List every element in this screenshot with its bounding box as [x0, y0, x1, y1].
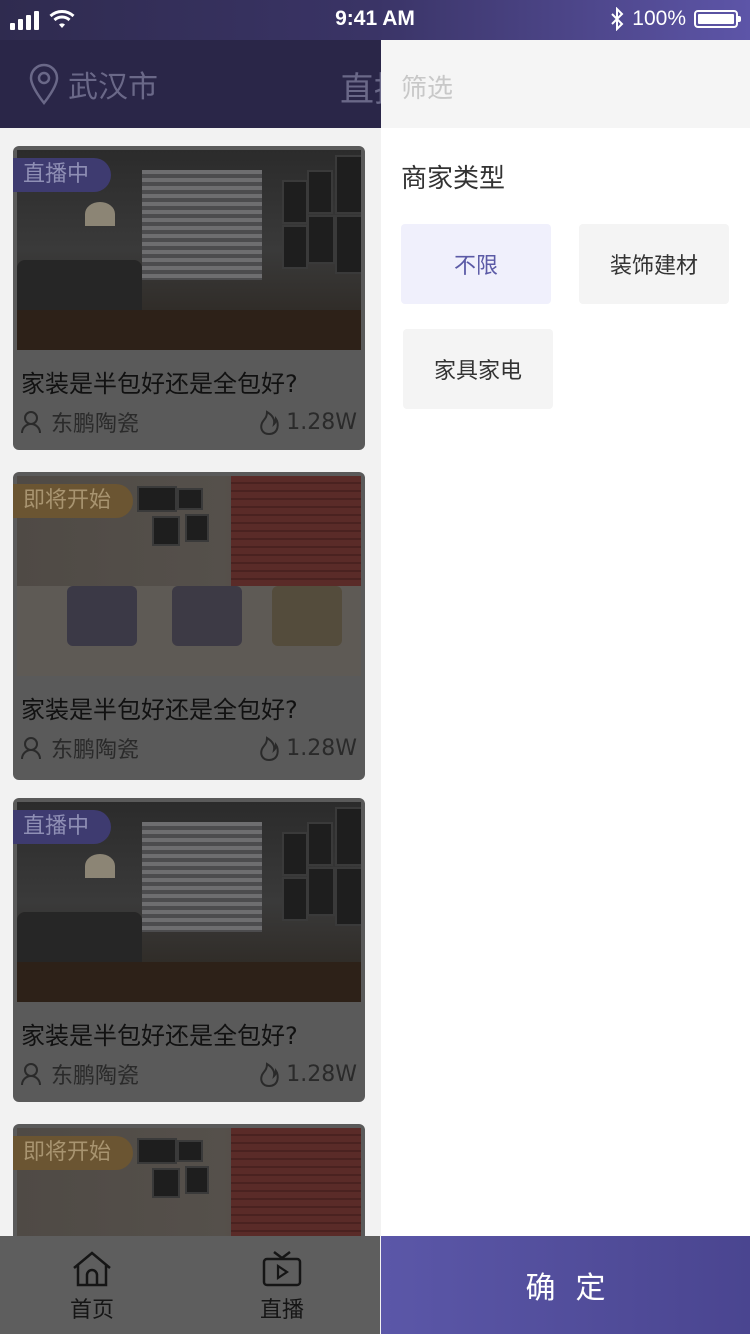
filter-drawer: 筛选 商家类型 不限 装饰建材 家具家电 确定	[381, 40, 750, 1334]
status-right: 100%	[610, 7, 741, 31]
drawer-backdrop[interactable]	[0, 40, 381, 1334]
option-furniture-appliances[interactable]: 家具家电	[403, 329, 553, 409]
filter-header: 筛选	[381, 40, 750, 128]
bluetooth-icon	[611, 7, 624, 31]
confirm-button[interactable]: 确定	[381, 1236, 750, 1334]
merchant-type-title: 商家类型	[401, 164, 506, 194]
battery-percent: 100%	[632, 7, 686, 30]
option-unlimited[interactable]: 不限	[401, 224, 551, 304]
battery-icon	[694, 10, 741, 28]
status-bar: 9:41 AM 100%	[0, 0, 750, 40]
filter-title: 筛选	[401, 74, 454, 104]
option-decoration-materials[interactable]: 装饰建材	[579, 224, 729, 304]
